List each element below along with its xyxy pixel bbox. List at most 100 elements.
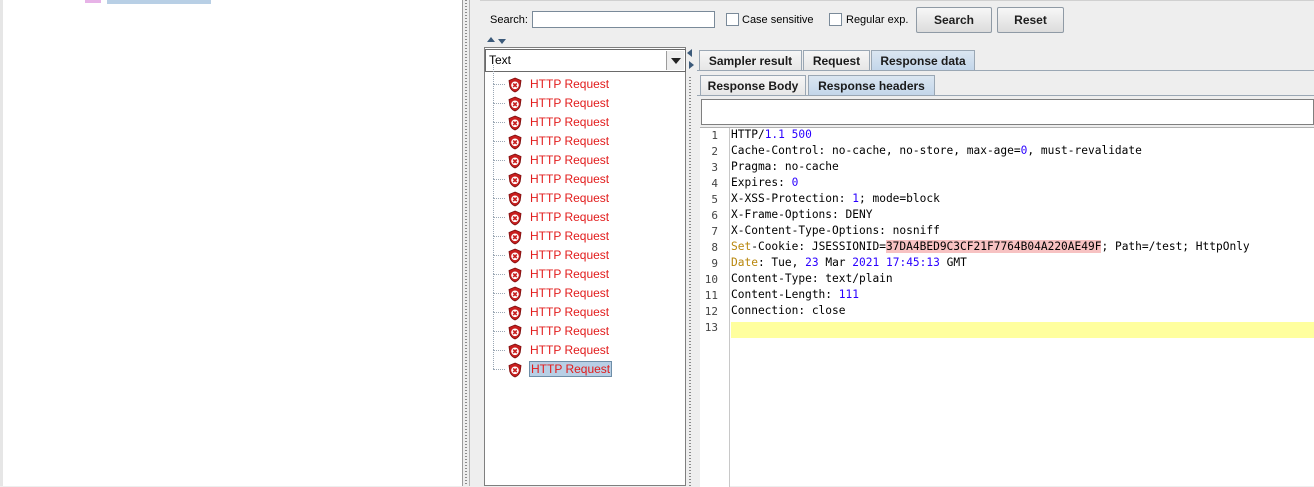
tree-guide — [493, 198, 505, 199]
header-line: Cache-Control: no-cache, no-store, max-a… — [731, 144, 1142, 157]
tree-guide — [493, 274, 494, 293]
header-line: X-Frame-Options: DENY — [731, 208, 873, 221]
list-item-label: HTTP Request — [530, 134, 610, 148]
tree-guide — [493, 350, 505, 351]
collapse-up-icon[interactable] — [487, 37, 495, 42]
error-shield-icon — [508, 153, 522, 169]
tree-guide — [493, 122, 505, 123]
tree-guide — [493, 122, 494, 141]
collapse-down-icon[interactable] — [498, 39, 506, 44]
header-line: X-XSS-Protection: 1; mode=block — [731, 192, 940, 205]
tree-guide — [493, 217, 494, 236]
error-shield-icon — [508, 267, 522, 283]
results-splitter[interactable] — [686, 47, 696, 486]
tree-guide — [493, 369, 505, 370]
tab-response-body[interactable]: Response Body — [700, 75, 806, 95]
chevron-down-icon — [671, 58, 681, 64]
tab-request[interactable]: Request — [803, 50, 870, 70]
list-item-label: HTTP Request — [530, 324, 610, 338]
header-line: Set-Cookie: JSESSIONID=37DA4BED9C3CF21F7… — [731, 240, 1250, 253]
line-number: 12 — [704, 305, 718, 318]
line-number: 6 — [711, 209, 718, 222]
header-line: Connection: close — [731, 304, 846, 317]
tree-guide — [493, 255, 494, 274]
tree-guide — [493, 274, 505, 275]
tree-node-selected[interactable] — [107, 0, 211, 4]
splitter-grip — [689, 77, 691, 486]
list-item[interactable]: HTTP Request — [493, 198, 683, 227]
list-item[interactable]: HTTP Request — [493, 84, 683, 113]
list-item[interactable]: HTTP Request — [493, 122, 683, 151]
line-number: 10 — [704, 273, 718, 286]
collapse-left-icon[interactable] — [687, 49, 692, 57]
renderer-select[interactable]: Text — [485, 49, 686, 72]
tree-guide — [493, 65, 494, 84]
list-item-label: HTTP Request — [530, 305, 610, 319]
list-item-label: HTTP Request — [530, 115, 610, 129]
error-shield-icon — [508, 96, 522, 112]
tab-response-headers[interactable]: Response headers — [808, 75, 935, 95]
tree-guide — [493, 160, 505, 161]
header-line: Content-Type: text/plain — [731, 272, 893, 285]
line-number: 13 — [704, 321, 718, 334]
list-item[interactable]: HTTP Request — [493, 217, 683, 246]
reset-button[interactable]: Reset — [997, 7, 1064, 33]
test-plan-tree[interactable] — [0, 0, 462, 486]
error-shield-icon — [508, 77, 522, 93]
list-item[interactable]: HTTP Request — [493, 331, 683, 360]
tree-guide — [493, 312, 505, 313]
case-sensitive-label: Case sensitive — [742, 14, 814, 26]
tabs-baseline — [697, 70, 1314, 71]
response-headers-editor[interactable]: 1 2 3 4 5 6 7 8 9 10 11 12 13 HTTP/1.1 500 Cache-Cont… — [700, 127, 1314, 487]
list-item[interactable]: HTTP Request — [493, 103, 683, 132]
list-item[interactable]: HTTP Request — [493, 255, 683, 284]
list-item[interactable]: HTTP Request — [493, 293, 683, 322]
tree-guide — [493, 179, 494, 198]
regex-checkbox[interactable] — [829, 13, 842, 26]
tree-guide — [493, 331, 494, 350]
tree-guide — [493, 236, 505, 237]
tree-guide — [493, 217, 505, 218]
search-label: Search: — [490, 14, 528, 26]
list-item[interactable]: HTTP Request — [493, 179, 683, 208]
tab-sampler-result[interactable]: Sampler result — [699, 50, 802, 70]
collapse-right-icon[interactable] — [689, 61, 694, 69]
list-item[interactable]: HTTP Request — [493, 65, 683, 94]
tree-guide — [493, 350, 494, 369]
error-shield-icon — [508, 172, 522, 188]
tab-response-data[interactable]: Response data — [871, 50, 975, 70]
error-shield-icon — [508, 324, 522, 340]
tree-guide — [493, 198, 494, 217]
list-item-label: HTTP Request — [530, 77, 610, 91]
list-item[interactable]: HTTP Request — [493, 312, 683, 341]
list-item[interactable]: HTTP Request — [493, 141, 683, 170]
tree-guide — [493, 84, 505, 85]
header-line: Pragma: no-cache — [731, 160, 839, 173]
header-line: Date: Tue, 23 Mar 2021 17:45:13 GMT — [731, 256, 967, 269]
list-item-label: HTTP Request — [530, 153, 610, 167]
tree-guide — [493, 236, 494, 255]
error-shield-icon — [508, 210, 522, 226]
list-item[interactable]: HTTP Request — [493, 160, 683, 189]
line-number: 5 — [711, 193, 718, 206]
list-item[interactable]: HTTP Request — [493, 350, 683, 379]
dropdown-button[interactable] — [666, 51, 684, 70]
current-line-highlight — [731, 322, 1314, 338]
case-sensitive-checkbox[interactable] — [726, 13, 739, 26]
search-button[interactable]: Search — [916, 7, 992, 33]
list-item-label: HTTP Request — [530, 267, 610, 281]
list-item[interactable]: HTTP Request — [493, 236, 683, 265]
error-shield-icon — [508, 191, 522, 207]
response-search-field[interactable] — [701, 99, 1314, 125]
tree-guide — [493, 293, 494, 312]
line-number: 9 — [711, 257, 718, 270]
line-number: 11 — [704, 289, 718, 302]
splitter-grip — [465, 0, 467, 486]
main-splitter[interactable] — [462, 0, 470, 486]
header-line: HTTP/1.1 500 — [731, 128, 812, 141]
list-item[interactable]: HTTP Request — [493, 274, 683, 303]
search-input[interactable] — [532, 11, 715, 28]
line-number: 8 — [711, 241, 718, 254]
list-item-label: HTTP Request — [530, 286, 610, 300]
error-shield-icon — [508, 115, 522, 131]
